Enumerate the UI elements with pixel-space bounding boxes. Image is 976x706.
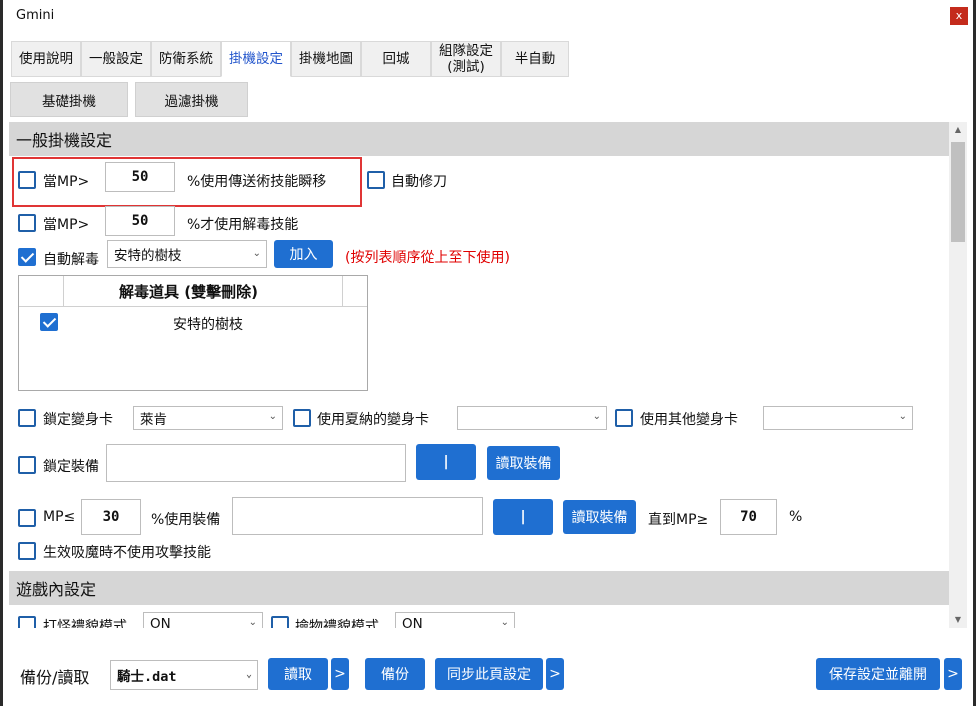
window-title: Gmini [16,8,55,23]
backup-label: 備份/讀取 [20,668,90,687]
save-and-exit-button[interactable]: 保存設定並離開 [816,658,940,690]
backup-button[interactable]: 備份 [365,658,425,690]
auto-detox-checkbox[interactable] [18,248,36,266]
list-header: 解毒道具 (雙擊刪除) [119,283,258,301]
lock-equip-pipe-button[interactable]: | [416,444,476,480]
detox-item-list[interactable]: 解毒道具 (雙擊刪除) 安特的樹枝 [18,275,368,391]
title-bar: Gmini x [3,0,973,34]
detox-order-note: (按列表順序從上至下使用) [345,250,510,266]
chevron-down-icon: ⌄ [592,411,601,422]
shana-poly-checkbox[interactable] [293,409,311,427]
mp-teleport-checkbox[interactable] [18,171,36,189]
list-item-label: 安特的樹枝 [173,317,243,333]
auto-detox-label: 自動解毒 [43,252,99,268]
footer-bar: 備份/讀取 騎士.dat ⌄ 讀取 > 備份 同步此頁設定 > 保存設定並離開 … [3,646,973,706]
sync-more-button[interactable]: > [546,658,564,690]
loot-courtesy-label: 撿物禮貌模式 [295,619,379,628]
close-button[interactable]: x [950,7,968,25]
chevron-down-icon: ⌄ [252,248,261,259]
auto-repair-checkbox[interactable] [367,171,385,189]
loot-courtesy-checkbox[interactable] [271,616,289,628]
mp-detox-suffix: %才使用解毒技能 [187,217,299,233]
chevron-down-icon: ⌄ [500,617,509,628]
chevron-down-icon: ⌄ [268,411,277,422]
save-more-button[interactable]: > [944,658,962,690]
mp-equip-checkbox[interactable] [18,509,36,527]
subtab-basic[interactable]: 基礎掛機 [10,82,128,117]
until-mp-percent: % [789,509,803,525]
scroll-up-icon[interactable]: ▲ [949,122,967,138]
mp-detox-input[interactable]: 50 [105,206,175,236]
until-mp-label: 直到MP≥ [648,512,709,528]
chevron-down-icon: ⌄ [248,617,257,628]
read-more-button[interactable]: > [331,658,349,690]
shana-poly-select[interactable]: ⌄ [457,406,607,430]
backup-file-select[interactable]: 騎士.dat ⌄ [110,660,258,690]
tab-semi-auto[interactable]: 半自動 [501,41,569,77]
lock-poly-checkbox[interactable] [18,409,36,427]
monster-courtesy-selected: ON [150,616,171,628]
shana-poly-label: 使用夏納的變身卡 [317,412,429,428]
mp-equip-pipe-button[interactable]: | [493,499,553,535]
mp-equip-read-button[interactable]: 讀取裝備 [563,500,636,534]
lock-equip-field[interactable] [106,444,406,482]
lock-poly-label: 鎖定變身卡 [43,412,113,428]
no-attack-skill-checkbox[interactable] [18,542,36,560]
lock-poly-select[interactable]: 萊肯 ⌄ [133,406,283,430]
read-button[interactable]: 讀取 [268,658,328,690]
settings-panel: 一般掛機設定 當MP> 50 %使用傳送術技能瞬移 自動修刀 當MP> 50 %… [9,122,949,628]
scroll-down-icon[interactable]: ▼ [949,612,967,628]
mp-teleport-prefix: 當MP> [43,174,90,190]
vertical-scrollbar[interactable]: ▲ ▼ [949,122,967,628]
chevron-down-icon: ⌄ [898,411,907,422]
monster-courtesy-checkbox[interactable] [18,616,36,628]
mp-equip-input[interactable]: 30 [81,499,141,535]
lock-equip-read-button[interactable]: 讀取裝備 [487,446,560,480]
monster-courtesy-select[interactable]: ON ⌄ [143,612,263,628]
lock-equip-checkbox[interactable] [18,456,36,474]
backup-file-selected: 騎士.dat [117,669,177,685]
until-mp-input[interactable]: 70 [720,499,777,535]
scroll-thumb[interactable] [951,142,965,242]
list-header-row: 解毒道具 (雙擊刪除) [19,276,367,307]
tab-defense[interactable]: 防衛系統 [151,41,221,77]
tab-usage[interactable]: 使用說明 [11,41,81,77]
app-window: Gmini x 使用說明 一般設定 防衛系統 掛機設定 掛機地圖 回城 組隊設定… [3,0,973,706]
tab-afk-settings[interactable]: 掛機設定 [221,41,291,77]
section-game-title: 遊戲內設定 [9,571,949,605]
sync-page-button[interactable]: 同步此頁設定 [435,658,543,690]
tab-afk-map[interactable]: 掛機地圖 [291,41,361,77]
lock-equip-label: 鎖定裝備 [43,459,99,475]
other-poly-checkbox[interactable] [615,409,633,427]
mp-teleport-input[interactable]: 50 [105,162,175,192]
tab-party[interactable]: 組隊設定 (測試) [431,41,501,77]
auto-repair-label: 自動修刀 [391,174,447,190]
list-item-checkbox[interactable] [40,313,58,331]
list-column-divider [63,276,64,306]
loot-courtesy-selected: ON [402,616,423,628]
detox-item-selected: 安特的樹枝 [114,248,182,264]
other-poly-label: 使用其他變身卡 [640,412,738,428]
list-column-divider [342,276,343,306]
subtab-filter[interactable]: 過濾掛機 [135,82,248,117]
chevron-down-icon: ⌄ [245,669,252,680]
mp-detox-checkbox[interactable] [18,214,36,232]
section-general-title: 一般掛機設定 [9,122,949,156]
detox-item-select[interactable]: 安特的樹枝 ⌄ [107,240,267,268]
lock-poly-selected: 萊肯 [140,412,167,428]
monster-courtesy-label: 打怪禮貌模式 [43,619,127,628]
mp-equip-prefix: MP≤ [43,509,76,525]
no-attack-skill-label: 生效吸魔時不使用攻擊技能 [43,545,211,561]
loot-courtesy-select[interactable]: ON ⌄ [395,612,515,628]
mp-detox-prefix: 當MP> [43,217,90,233]
mp-equip-mid-label: %使用裝備 [151,512,221,528]
mp-equip-field[interactable] [232,497,483,535]
mp-teleport-suffix: %使用傳送術技能瞬移 [187,174,327,190]
other-poly-select[interactable]: ⌄ [763,406,913,430]
add-detox-button[interactable]: 加入 [274,240,333,268]
list-item[interactable]: 安特的樹枝 [19,310,367,334]
tab-return-town[interactable]: 回城 [361,41,431,77]
tab-general[interactable]: 一般設定 [81,41,151,77]
